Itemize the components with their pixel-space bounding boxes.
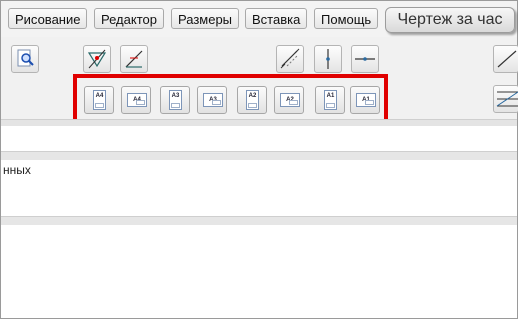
menu-item-dimensions[interactable]: Размеры: [171, 8, 240, 29]
dimension-diagonal-tool-button[interactable]: [276, 45, 304, 73]
app-window: Рисование Редактор Размеры Вставка Помощ…: [0, 0, 518, 319]
menu-item-help[interactable]: Помощь: [314, 8, 379, 29]
menu-item-drawing[interactable]: Рисование: [8, 8, 88, 29]
vertical-line-icon: [326, 49, 330, 69]
menu-bar: Рисование Редактор Размеры Вставка Помощ…: [1, 1, 517, 37]
line-tool-icon: [497, 50, 517, 68]
angle-line-tool-button[interactable]: [120, 45, 148, 73]
drawing-in-an-hour-button[interactable]: Чертеж за час: [385, 7, 515, 33]
menu-item-editor[interactable]: Редактор: [94, 8, 164, 29]
bottom-panel: [1, 225, 517, 318]
hatch-tool-icon: [496, 91, 518, 107]
line-tool-button[interactable]: [493, 45, 518, 73]
divider-band: [1, 119, 517, 126]
dimension-diagonal-icon: [280, 48, 300, 69]
angle-line-icon: [125, 50, 143, 68]
horizontal-line-icon: [355, 57, 375, 61]
vertical-line-tool-button[interactable]: [314, 45, 342, 73]
draw-shape-tool-button[interactable]: [83, 45, 111, 73]
data-panel-text: нных: [3, 163, 31, 177]
horizontal-line-tool-button[interactable]: [351, 45, 379, 73]
command-input-row[interactable]: [1, 126, 517, 151]
zoom-search-icon: [17, 49, 34, 67]
hatch-tool-button[interactable]: [493, 85, 518, 113]
menu-item-insert[interactable]: Вставка: [245, 8, 308, 29]
data-panel: нных: [1, 160, 517, 216]
zoom-tool-button[interactable]: [11, 45, 39, 73]
draw-shape-icon: [87, 49, 107, 69]
